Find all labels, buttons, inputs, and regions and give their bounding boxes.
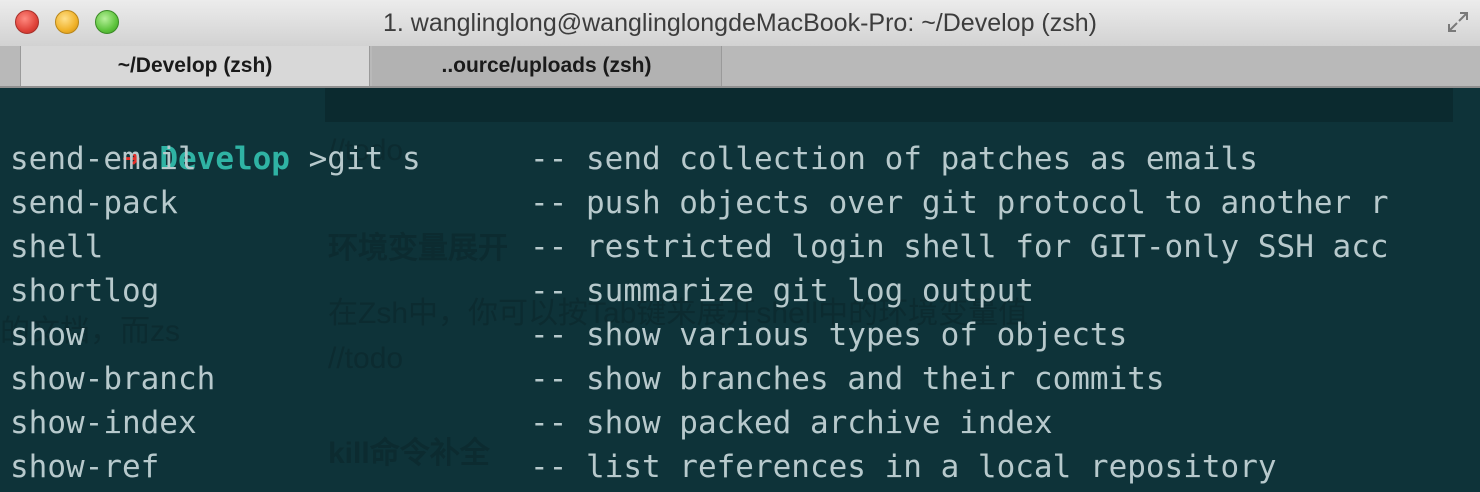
completion-description: -- send collection of patches as emails bbox=[530, 141, 1258, 177]
completion-command: show-index bbox=[10, 405, 197, 441]
background-code-block bbox=[325, 88, 1453, 122]
completion-row: show-ref -- list references in a local re… bbox=[10, 445, 1480, 489]
completion-row: send-email -- send collection of patches … bbox=[10, 137, 1480, 181]
completion-description: -- show branches and their commits bbox=[530, 361, 1165, 397]
completion-row: show-branch -- show branches and their co… bbox=[10, 357, 1480, 401]
tab-uploads[interactable]: ..ource/uploads (zsh) bbox=[372, 46, 722, 86]
completion-description: -- push objects over git protocol to ano… bbox=[530, 185, 1389, 221]
completion-row: show-index -- show packed archive index bbox=[10, 401, 1480, 445]
completion-command: shortlog bbox=[10, 273, 160, 309]
tab-bar: ~/Develop (zsh) ..ource/uploads (zsh) bbox=[0, 46, 1480, 88]
completion-row: send-pack -- push objects over git protoc… bbox=[10, 181, 1480, 225]
completion-row: show -- show various types of objects bbox=[10, 313, 1480, 357]
title-bar[interactable]: 1. wanglinglong@wanglinglongdeMacBook-Pr… bbox=[0, 0, 1480, 47]
terminal-content[interactable]: //todo 环境变量展开 在Zsh中，你可以按Tab键来展开shell中的环境… bbox=[0, 88, 1480, 492]
fullscreen-icon[interactable] bbox=[1446, 10, 1470, 34]
completion-command: shell bbox=[10, 229, 104, 265]
completion-command: show-branch bbox=[10, 361, 216, 397]
completion-command: show-ref bbox=[10, 449, 160, 485]
completion-description: -- summarize git log output bbox=[530, 273, 1034, 309]
window-title: 1. wanglinglong@wanglinglongdeMacBook-Pr… bbox=[383, 9, 1097, 37]
completion-command: send-pack bbox=[10, 185, 178, 221]
completion-description: -- show packed archive index bbox=[530, 405, 1053, 441]
completion-row: shortlog -- summarize git log output bbox=[10, 269, 1480, 313]
completion-description: -- list references in a local repository bbox=[530, 449, 1277, 485]
completion-description: -- restricted login shell for GIT-only S… bbox=[530, 229, 1389, 265]
completion-description: -- show various types of objects bbox=[530, 317, 1128, 353]
tab-develop[interactable]: ~/Develop (zsh) bbox=[20, 46, 370, 86]
completion-command: show bbox=[10, 317, 85, 353]
terminal-window: 1. wanglinglong@wanglinglongdeMacBook-Pr… bbox=[0, 0, 1480, 492]
prompt-line: ➜ Develop >git s bbox=[10, 93, 421, 177]
completion-row: shell -- restricted login shell for GIT-o… bbox=[10, 225, 1480, 269]
completion-command: send-email bbox=[10, 141, 197, 177]
